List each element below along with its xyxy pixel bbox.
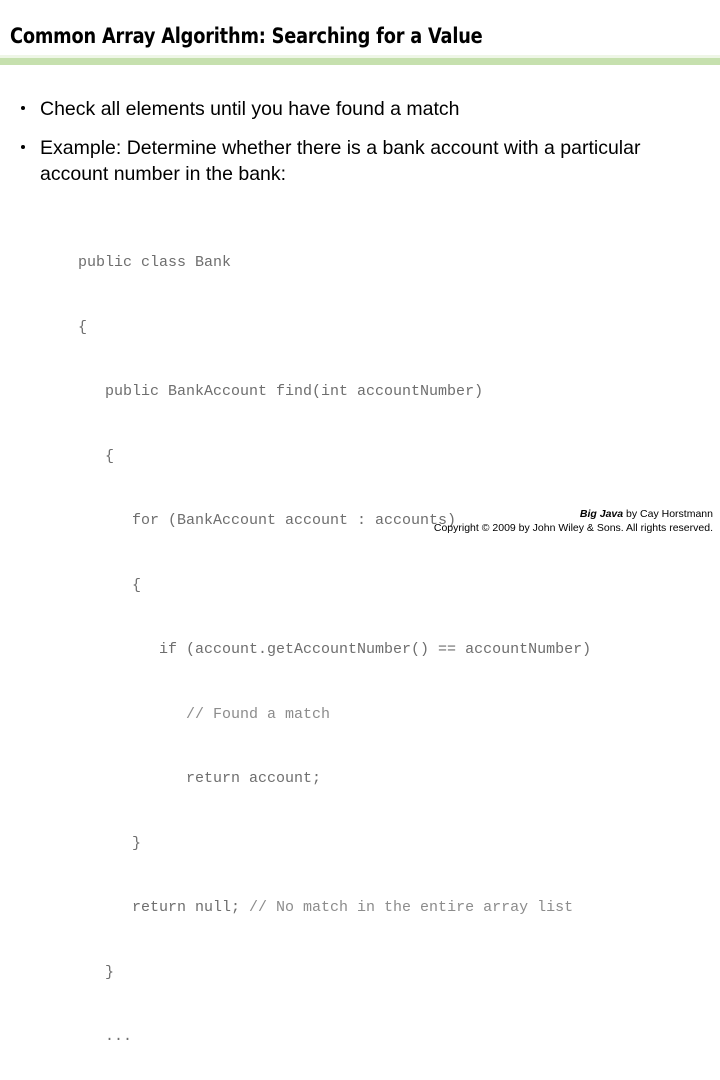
code-text: } bbox=[78, 834, 142, 852]
bullet-text: Check all elements until you have found … bbox=[40, 98, 460, 120]
code-text: } bbox=[78, 963, 115, 981]
code-text: ... bbox=[78, 1028, 133, 1045]
code-comment: // No match in the entire array list bbox=[249, 899, 574, 916]
book-title: Big Java bbox=[579, 508, 624, 520]
code-line: } bbox=[78, 962, 720, 984]
code-line: { bbox=[78, 317, 720, 339]
code-line: return account; bbox=[78, 768, 720, 790]
code-text: { bbox=[78, 318, 88, 336]
bullet-text: Example: Determine whether there is a ba… bbox=[40, 137, 641, 185]
code-comment: // Found a match bbox=[186, 705, 331, 723]
footer-credit-line: Big Java by Cay Horstmann bbox=[434, 507, 713, 521]
code-text: { bbox=[78, 447, 115, 465]
code-line: public BankAccount find(int accountNumbe… bbox=[78, 381, 720, 403]
code-line: return null; // No match in the entire a… bbox=[78, 897, 720, 919]
code-text: public class Bank bbox=[78, 254, 232, 271]
code-line: { bbox=[78, 575, 720, 597]
footer-copyright: Copyright © 2009 by John Wiley & Sons. A… bbox=[433, 522, 713, 534]
bullet-dot-icon bbox=[21, 145, 25, 149]
code-line: public class Bank bbox=[78, 252, 720, 274]
code-text: if (account.getAccountNumber() == accoun… bbox=[78, 641, 592, 658]
title-area: Common Array Algorithm: Searching for a … bbox=[0, 0, 720, 66]
code-line: { bbox=[78, 446, 720, 468]
list-item: Check all elements until you have found … bbox=[0, 96, 708, 122]
code-text: { bbox=[78, 576, 142, 594]
bullet-dot-icon bbox=[21, 106, 25, 110]
list-item: Example: Determine whether there is a ba… bbox=[0, 135, 708, 187]
code-line: // Found a match bbox=[78, 704, 720, 726]
code-text: return account; bbox=[78, 770, 322, 787]
book-author: by Cay Horstmann bbox=[623, 508, 713, 520]
code-text: for (BankAccount account : accounts) bbox=[78, 512, 457, 529]
bullet-list: Check all elements until you have found … bbox=[0, 96, 720, 200]
code-block: public class Bank { public BankAccount f… bbox=[78, 209, 720, 1080]
code-line: ... bbox=[78, 1026, 720, 1048]
page-title: Common Array Algorithm: Searching for a … bbox=[10, 24, 483, 48]
code-text: public BankAccount find(int accountNumbe… bbox=[78, 383, 484, 400]
slide: Common Array Algorithm: Searching for a … bbox=[0, 0, 720, 1045]
code-text: return null; bbox=[78, 899, 250, 916]
title-divider bbox=[0, 58, 720, 65]
code-line: } bbox=[78, 833, 720, 855]
code-line: if (account.getAccountNumber() == accoun… bbox=[78, 639, 720, 661]
footer: Big Java by Cay Horstmann Copyright © 20… bbox=[434, 507, 713, 535]
